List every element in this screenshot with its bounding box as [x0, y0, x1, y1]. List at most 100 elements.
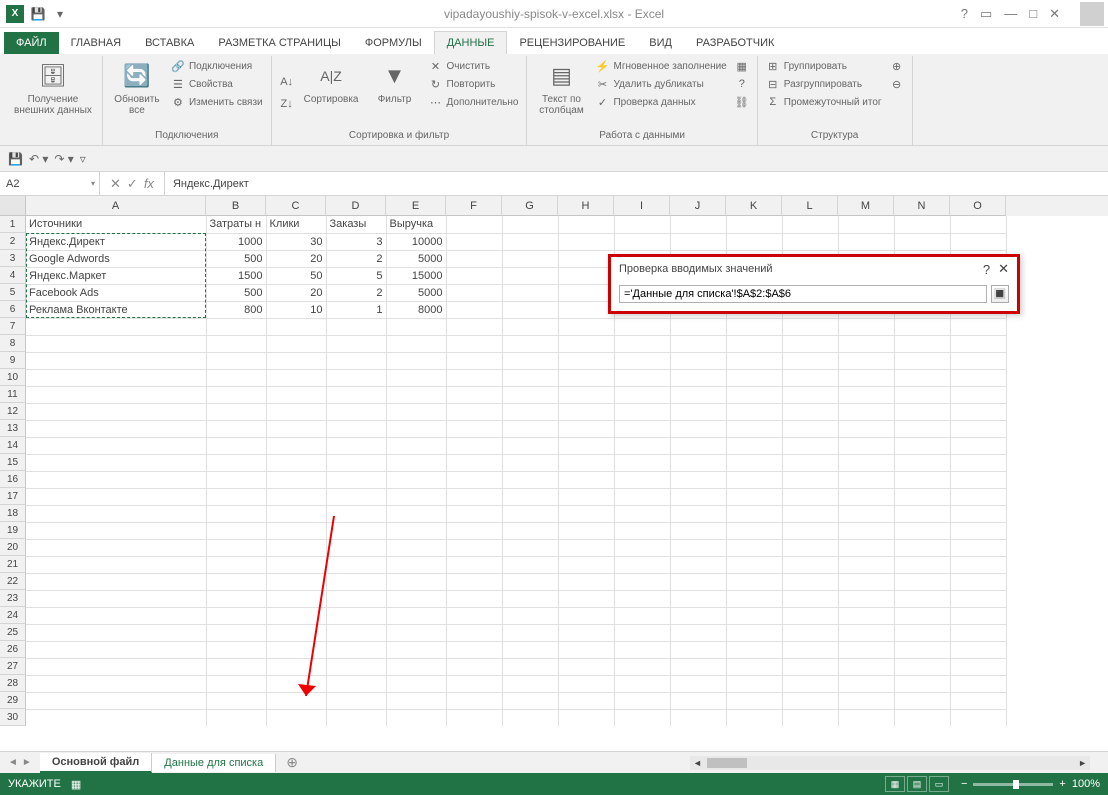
- cell[interactable]: [206, 488, 266, 505]
- cell[interactable]: [838, 573, 894, 590]
- cell[interactable]: [386, 437, 446, 454]
- cell[interactable]: [26, 471, 206, 488]
- cell[interactable]: [894, 471, 950, 488]
- cell[interactable]: 20: [266, 250, 326, 267]
- cell[interactable]: [838, 590, 894, 607]
- group-button[interactable]: ⊞Группировать: [764, 58, 884, 74]
- column-header[interactable]: I: [614, 196, 670, 216]
- cell[interactable]: [446, 709, 502, 726]
- cell[interactable]: 50: [266, 267, 326, 284]
- cell[interactable]: [326, 624, 386, 641]
- cell[interactable]: [670, 216, 726, 233]
- cell[interactable]: [446, 369, 502, 386]
- cell[interactable]: [558, 420, 614, 437]
- cell[interactable]: [206, 556, 266, 573]
- cell[interactable]: 500: [206, 250, 266, 267]
- cell[interactable]: [614, 335, 670, 352]
- cell[interactable]: [26, 437, 206, 454]
- cell[interactable]: [26, 369, 206, 386]
- cell[interactable]: [446, 216, 502, 233]
- advanced-filter-button[interactable]: ⋯Дополнительно: [427, 94, 521, 110]
- cell[interactable]: [502, 335, 558, 352]
- zoom-level[interactable]: 100%: [1072, 778, 1100, 790]
- cell[interactable]: [502, 675, 558, 692]
- cell[interactable]: 20: [266, 284, 326, 301]
- cell[interactable]: [326, 471, 386, 488]
- cell[interactable]: [386, 352, 446, 369]
- cell[interactable]: [326, 539, 386, 556]
- cell[interactable]: 15000: [386, 267, 446, 284]
- cell[interactable]: [838, 505, 894, 522]
- cell[interactable]: [326, 420, 386, 437]
- cell[interactable]: [558, 539, 614, 556]
- cell[interactable]: [558, 505, 614, 522]
- cell[interactable]: [558, 607, 614, 624]
- row-header[interactable]: 17: [0, 488, 26, 505]
- cell[interactable]: [782, 658, 838, 675]
- cell[interactable]: [614, 709, 670, 726]
- row-header[interactable]: 22: [0, 573, 26, 590]
- cell[interactable]: [782, 233, 838, 250]
- filter-button[interactable]: ▼ Фильтр: [367, 58, 423, 128]
- cell[interactable]: [502, 556, 558, 573]
- cell[interactable]: [950, 556, 1006, 573]
- cell[interactable]: [782, 505, 838, 522]
- cell[interactable]: [502, 403, 558, 420]
- row-header[interactable]: 10: [0, 369, 26, 386]
- cell[interactable]: [386, 420, 446, 437]
- cell[interactable]: [726, 607, 782, 624]
- cell[interactable]: [502, 607, 558, 624]
- cell[interactable]: [386, 675, 446, 692]
- cell[interactable]: [502, 624, 558, 641]
- cell[interactable]: [446, 471, 502, 488]
- cell[interactable]: [266, 556, 326, 573]
- cell[interactable]: [614, 590, 670, 607]
- cell[interactable]: [558, 267, 614, 284]
- cell[interactable]: [26, 590, 206, 607]
- cell[interactable]: [950, 692, 1006, 709]
- sheet-tab-main[interactable]: Основной файл: [40, 753, 152, 773]
- cell[interactable]: [26, 675, 206, 692]
- cell[interactable]: [386, 607, 446, 624]
- cell[interactable]: Заказы: [326, 216, 386, 233]
- cell[interactable]: [326, 488, 386, 505]
- cell[interactable]: [894, 420, 950, 437]
- cell[interactable]: [614, 318, 670, 335]
- cell[interactable]: [838, 522, 894, 539]
- cell[interactable]: [326, 318, 386, 335]
- cell[interactable]: [446, 539, 502, 556]
- cell[interactable]: [894, 488, 950, 505]
- cell[interactable]: [782, 318, 838, 335]
- cell[interactable]: [670, 437, 726, 454]
- cell[interactable]: [614, 522, 670, 539]
- row-header[interactable]: 4: [0, 267, 26, 284]
- cell[interactable]: [386, 403, 446, 420]
- cell[interactable]: 5000: [386, 284, 446, 301]
- cell[interactable]: [670, 709, 726, 726]
- row-header[interactable]: 28: [0, 675, 26, 692]
- column-header[interactable]: A: [26, 196, 206, 216]
- cell[interactable]: [726, 675, 782, 692]
- cell[interactable]: [670, 505, 726, 522]
- cell[interactable]: [206, 522, 266, 539]
- row-header[interactable]: 2: [0, 233, 26, 250]
- cell[interactable]: [670, 692, 726, 709]
- cell[interactable]: [670, 369, 726, 386]
- column-header[interactable]: B: [206, 196, 266, 216]
- cell[interactable]: [614, 607, 670, 624]
- cell[interactable]: [502, 437, 558, 454]
- cell[interactable]: 10000: [386, 233, 446, 250]
- cell[interactable]: [26, 403, 206, 420]
- cell[interactable]: [266, 692, 326, 709]
- cell[interactable]: [502, 641, 558, 658]
- remove-duplicates-button[interactable]: ✂Удалить дубликаты: [593, 76, 728, 92]
- tab-review[interactable]: РЕЦЕНЗИРОВАНИЕ: [507, 32, 637, 54]
- cell[interactable]: [446, 335, 502, 352]
- cell[interactable]: [894, 352, 950, 369]
- cell[interactable]: [950, 437, 1006, 454]
- row-header[interactable]: 21: [0, 556, 26, 573]
- cell[interactable]: [446, 318, 502, 335]
- cell[interactable]: [558, 624, 614, 641]
- cell[interactable]: [782, 488, 838, 505]
- cell[interactable]: [266, 454, 326, 471]
